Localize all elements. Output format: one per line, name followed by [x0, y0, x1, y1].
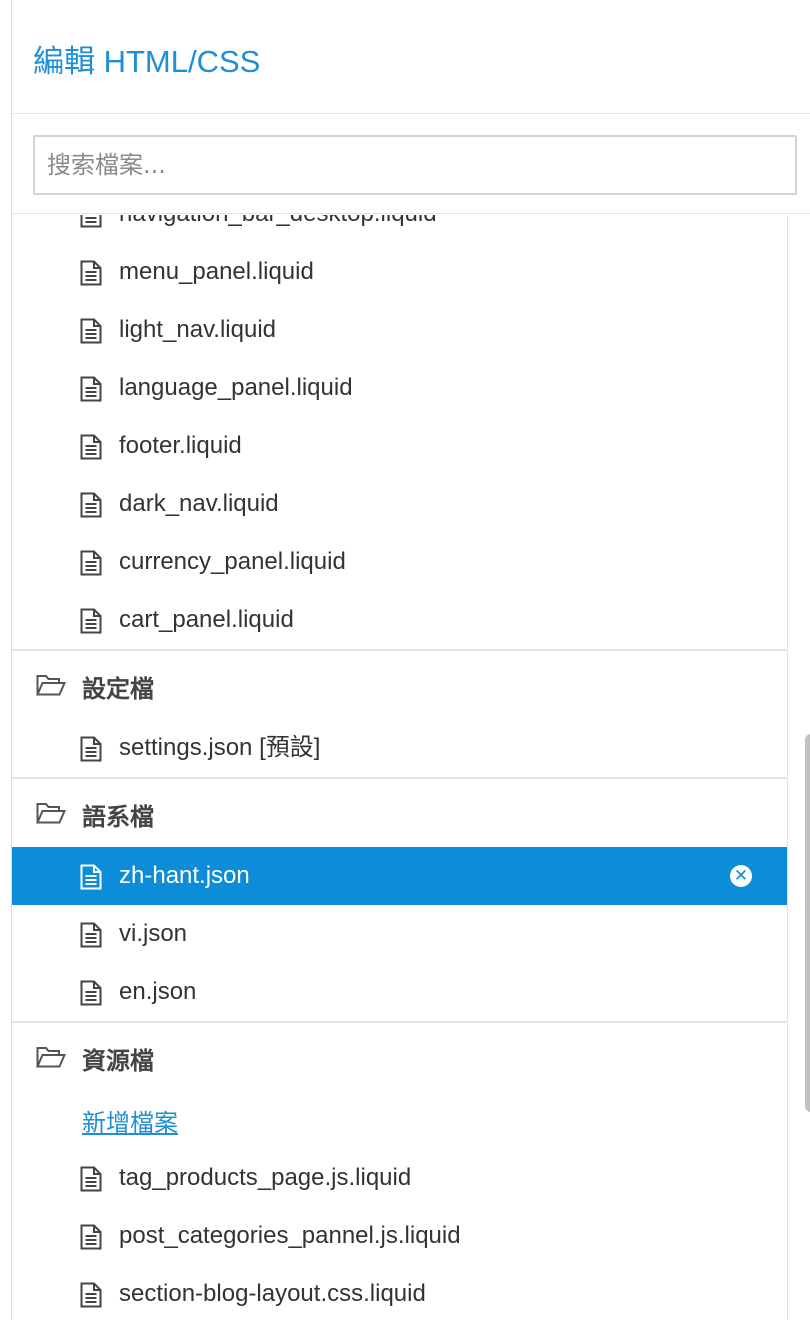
file-text-icon: [80, 1282, 102, 1308]
file-tree-content: navigation_bar_desktop.liquid menu_panel.…: [12, 215, 787, 1320]
file-label: vi.json: [119, 920, 188, 947]
folder-row[interactable]: 資源檔: [12, 1021, 787, 1091]
file-item-cart-panel-liquid[interactable]: cart_panel.liquid: [12, 591, 787, 649]
file-label: tag_products_page.js.liquid: [119, 1164, 412, 1191]
file-text-icon: [80, 434, 102, 460]
file-item-light-nav-liquid[interactable]: light_nav.liquid: [12, 301, 787, 359]
file-label: dark_nav.liquid: [119, 490, 279, 517]
folder-label: 語系檔: [82, 803, 154, 831]
folder-open-icon: [35, 1046, 67, 1068]
file-item-language-panel-liquid[interactable]: language_panel.liquid: [12, 359, 787, 417]
file-text-icon: [80, 215, 102, 228]
file-label: menu_panel.liquid: [119, 258, 314, 285]
file-text-icon: [80, 922, 102, 948]
file-label: cart_panel.liquid: [119, 606, 294, 633]
file-text-icon: [80, 376, 102, 402]
file-label: currency_panel.liquid: [119, 548, 346, 575]
file-text-icon: [80, 1224, 102, 1250]
file-text-icon: [80, 736, 102, 762]
file-label: footer.liquid: [119, 432, 242, 459]
page-title: 編輯 HTML/CSS: [33, 44, 261, 79]
file-item-en-json[interactable]: en.json: [12, 963, 787, 1021]
search-bar: [12, 114, 810, 214]
file-item-dark-nav-liquid[interactable]: dark_nav.liquid: [12, 475, 787, 533]
scrollbar-thumb[interactable]: [805, 734, 810, 1112]
file-tree[interactable]: navigation_bar_desktop.liquid menu_panel.…: [12, 215, 788, 1320]
file-item-vi-json[interactable]: vi.json: [12, 905, 787, 963]
folder-row[interactable]: 設定檔: [12, 649, 787, 719]
file-item-post-categories-pannel-js-liquid[interactable]: post_categories_pannel.js.liquid: [12, 1207, 787, 1265]
file-editor-panel: 編輯 HTML/CSS navigation_bar_desktop.liqui…: [11, 0, 810, 1320]
file-text-icon: [80, 608, 102, 634]
file-label: settings.json [預設]: [119, 734, 321, 761]
file-item-footer-liquid[interactable]: footer.liquid: [12, 417, 787, 475]
file-label: section-blog-layout.css.liquid: [119, 1280, 426, 1307]
folder-row[interactable]: 語系檔: [12, 777, 787, 847]
folder-open-icon: [35, 802, 67, 824]
file-item-zh-hant-json[interactable]: zh-hant.json ✕: [12, 847, 787, 905]
file-item-tag-products-page-js-liquid[interactable]: tag_products_page.js.liquid: [12, 1149, 787, 1207]
file-text-icon: [80, 260, 102, 286]
file-text-icon: [80, 492, 102, 518]
file-label: zh-hant.json: [119, 862, 250, 889]
file-label: light_nav.liquid: [119, 316, 276, 343]
close-circle-icon[interactable]: ✕: [730, 865, 752, 887]
file-item-navigation-bar-desktop-liquid[interactable]: navigation_bar_desktop.liquid: [12, 215, 787, 243]
file-label: en.json: [119, 978, 197, 1005]
file-text-icon: [80, 550, 102, 576]
search-input[interactable]: [33, 135, 797, 195]
folder-label: 設定檔: [82, 675, 154, 703]
file-label: post_categories_pannel.js.liquid: [119, 1222, 461, 1249]
file-text-icon: [80, 980, 102, 1006]
file-text-icon: [80, 864, 102, 890]
file-label: language_panel.liquid: [119, 374, 353, 401]
file-item-settings-json[interactable]: settings.json [預設]: [12, 719, 787, 777]
folder-open-icon: [35, 674, 67, 696]
file-item-section-blog-layout-css-liquid[interactable]: section-blog-layout.css.liquid: [12, 1265, 787, 1320]
add-file-row: 新增檔案: [12, 1091, 787, 1149]
file-item-menu-panel-liquid[interactable]: menu_panel.liquid: [12, 243, 787, 301]
folder-label: 資源檔: [82, 1047, 154, 1075]
file-text-icon: [80, 318, 102, 344]
file-text-icon: [80, 1166, 102, 1192]
file-item-currency-panel-liquid[interactable]: currency_panel.liquid: [12, 533, 787, 591]
add-file-link[interactable]: 新增檔案: [82, 1103, 178, 1138]
panel-header: 編輯 HTML/CSS: [12, 0, 810, 114]
file-label: navigation_bar_desktop.liquid: [119, 215, 437, 229]
